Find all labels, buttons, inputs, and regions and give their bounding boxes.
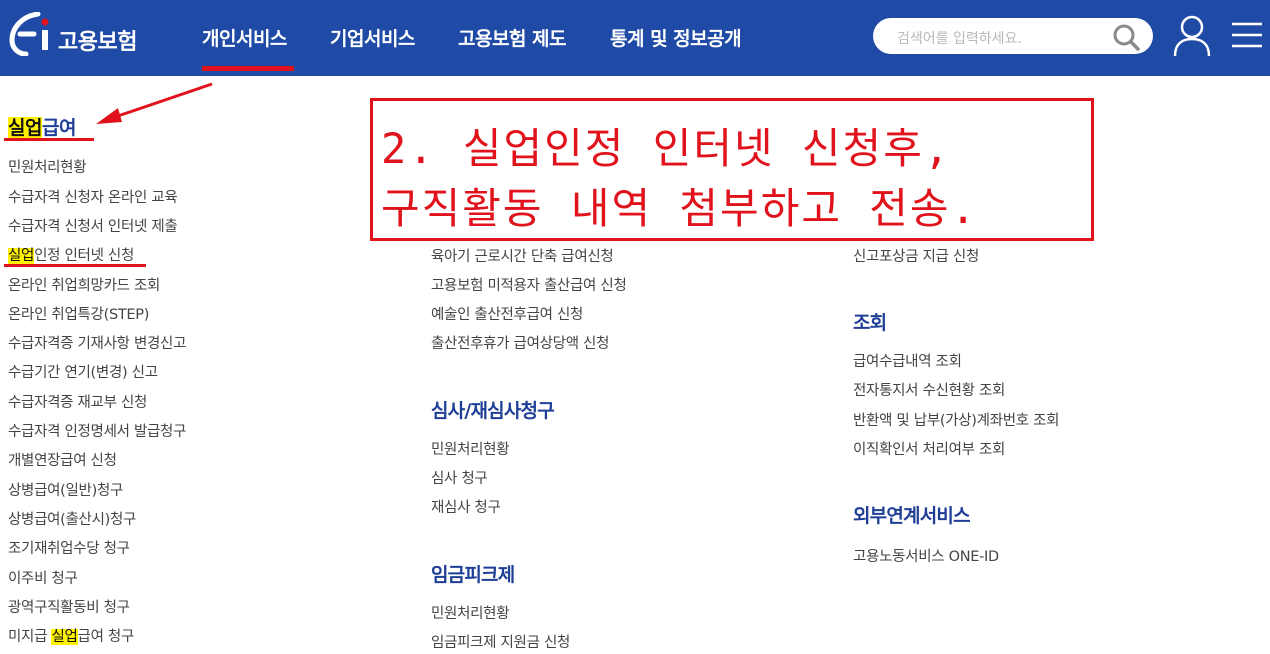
menu-link-wage-peak-status[interactable]: 민원처리현황 bbox=[431, 602, 510, 623]
menu-link-sickness-general[interactable]: 상병급여(일반)청구 bbox=[8, 479, 123, 500]
annotation-underline bbox=[4, 264, 146, 267]
menu-link-civil-status[interactable]: 민원처리현황 bbox=[8, 156, 87, 177]
menu-link-rereview-request[interactable]: 재심사 청구 bbox=[431, 496, 501, 517]
instruction-annotation-box: 2. 실업인정 인터넷 신청후, 구직활동 내역 첨부하고 전송. bbox=[370, 98, 1094, 241]
section-title-inquiry: 조회 bbox=[853, 312, 887, 334]
menu-link-one-id[interactable]: 고용노동서비스 ONE-ID bbox=[853, 545, 999, 566]
menu-link-step[interactable]: 온라인 취업특강(STEP) bbox=[8, 303, 149, 324]
menu-link-wage-peak-subsidy[interactable]: 임금피크제 지원금 신청 bbox=[431, 631, 570, 652]
menu-link-extension[interactable]: 수급기간 연기(변경) 신고 bbox=[8, 361, 158, 382]
active-nav-underline bbox=[202, 66, 294, 71]
menu-link-maternity-equivalent[interactable]: 출산전후휴가 급여상당액 신청 bbox=[431, 332, 609, 353]
menu-link-artist-maternity[interactable]: 예술인 출산전후급여 신청 bbox=[431, 303, 583, 324]
user-icon[interactable] bbox=[1172, 14, 1212, 58]
menu-link-online-education[interactable]: 수급자격 신청자 온라인 교육 bbox=[8, 186, 178, 207]
nav-business-services[interactable]: 기업서비스 bbox=[330, 24, 415, 51]
menu-link-unpaid-benefit[interactable]: 미지급 실업급여 청구 bbox=[8, 625, 134, 646]
menu-link-sickness-birth[interactable]: 상병급여(출산시)청구 bbox=[8, 508, 136, 529]
search-input[interactable]: 검색어를 입력하세요. bbox=[897, 28, 1022, 48]
menu-link-certificate[interactable]: 수급자격 인정명세서 발급청구 bbox=[8, 420, 186, 441]
menu-link-separation-confirm[interactable]: 이직확인서 처리여부 조회 bbox=[853, 438, 1005, 459]
menu-link-reward-payment[interactable]: 신고포상금 지급 신청 bbox=[853, 245, 979, 266]
menu-link-unemployment-recognition[interactable]: 실업인정 인터넷 신청 bbox=[8, 244, 134, 265]
top-header: 고용보험 개인서비스 기업서비스 고용보험 제도 통계 및 정보공개 검색어를 … bbox=[0, 0, 1270, 76]
section-title-unemployment-benefit: 실업급여 bbox=[8, 117, 76, 139]
section-title-wage-peak: 임금피크제 bbox=[431, 564, 515, 586]
annotation-text-line-2: 구직활동 내역 첨부하고 전송. bbox=[381, 184, 978, 233]
menu-link-online-application[interactable]: 수급자격 신청서 인터넷 제출 bbox=[8, 215, 178, 236]
search-box[interactable]: 검색어를 입력하세요. bbox=[873, 18, 1153, 54]
menu-link-review-status[interactable]: 민원처리현황 bbox=[431, 438, 510, 459]
menu-link-e-notice[interactable]: 전자통지서 수신현황 조회 bbox=[853, 379, 1005, 400]
menu-link-early-reemployment[interactable]: 조기재취업수당 청구 bbox=[8, 537, 130, 558]
menu-link-benefit-history[interactable]: 급여수급내역 조회 bbox=[853, 350, 962, 371]
annotation-text-line-1: 2. 실업인정 인터넷 신청후, bbox=[381, 124, 952, 173]
hamburger-menu-icon[interactable] bbox=[1230, 20, 1264, 50]
section-title-review: 심사/재심사청구 bbox=[431, 400, 555, 422]
site-logo[interactable]: 고용보험 bbox=[8, 12, 168, 62]
menu-link-job-card[interactable]: 온라인 취업희망카드 조회 bbox=[8, 274, 160, 295]
menu-link-maternity-uncovered[interactable]: 고용보험 미적용자 출산급여 신청 bbox=[431, 274, 627, 295]
menu-link-childcare-reduction[interactable]: 육아기 근로시간 단축 급여신청 bbox=[431, 245, 614, 266]
search-icon[interactable] bbox=[1111, 22, 1141, 52]
menu-link-extended-benefit[interactable]: 개별연장급여 신청 bbox=[8, 449, 117, 470]
menu-link-review-request[interactable]: 심사 청구 bbox=[431, 467, 488, 488]
menu-link-relocation[interactable]: 이주비 청구 bbox=[8, 567, 78, 588]
nav-insurance-system[interactable]: 고용보험 제도 bbox=[458, 24, 567, 51]
section-title-external-services: 외부연계서비스 bbox=[853, 505, 971, 527]
menu-link-reissue[interactable]: 수급자격증 재교부 신청 bbox=[8, 391, 147, 412]
menu-link-wide-area[interactable]: 광역구직활동비 청구 bbox=[8, 596, 130, 617]
logo-text: 고용보험 bbox=[58, 30, 137, 55]
nav-personal-services[interactable]: 개인서비스 bbox=[202, 24, 287, 51]
menu-link-refund-account[interactable]: 반환액 및 납부(가상)계좌번호 조회 bbox=[853, 409, 1060, 430]
menu-link-change-report[interactable]: 수급자격증 기재사항 변경신고 bbox=[8, 332, 186, 353]
logo-mark-icon bbox=[9, 12, 49, 56]
nav-statistics-info[interactable]: 통계 및 정보공개 bbox=[610, 24, 742, 51]
annotation-underline bbox=[4, 138, 94, 141]
